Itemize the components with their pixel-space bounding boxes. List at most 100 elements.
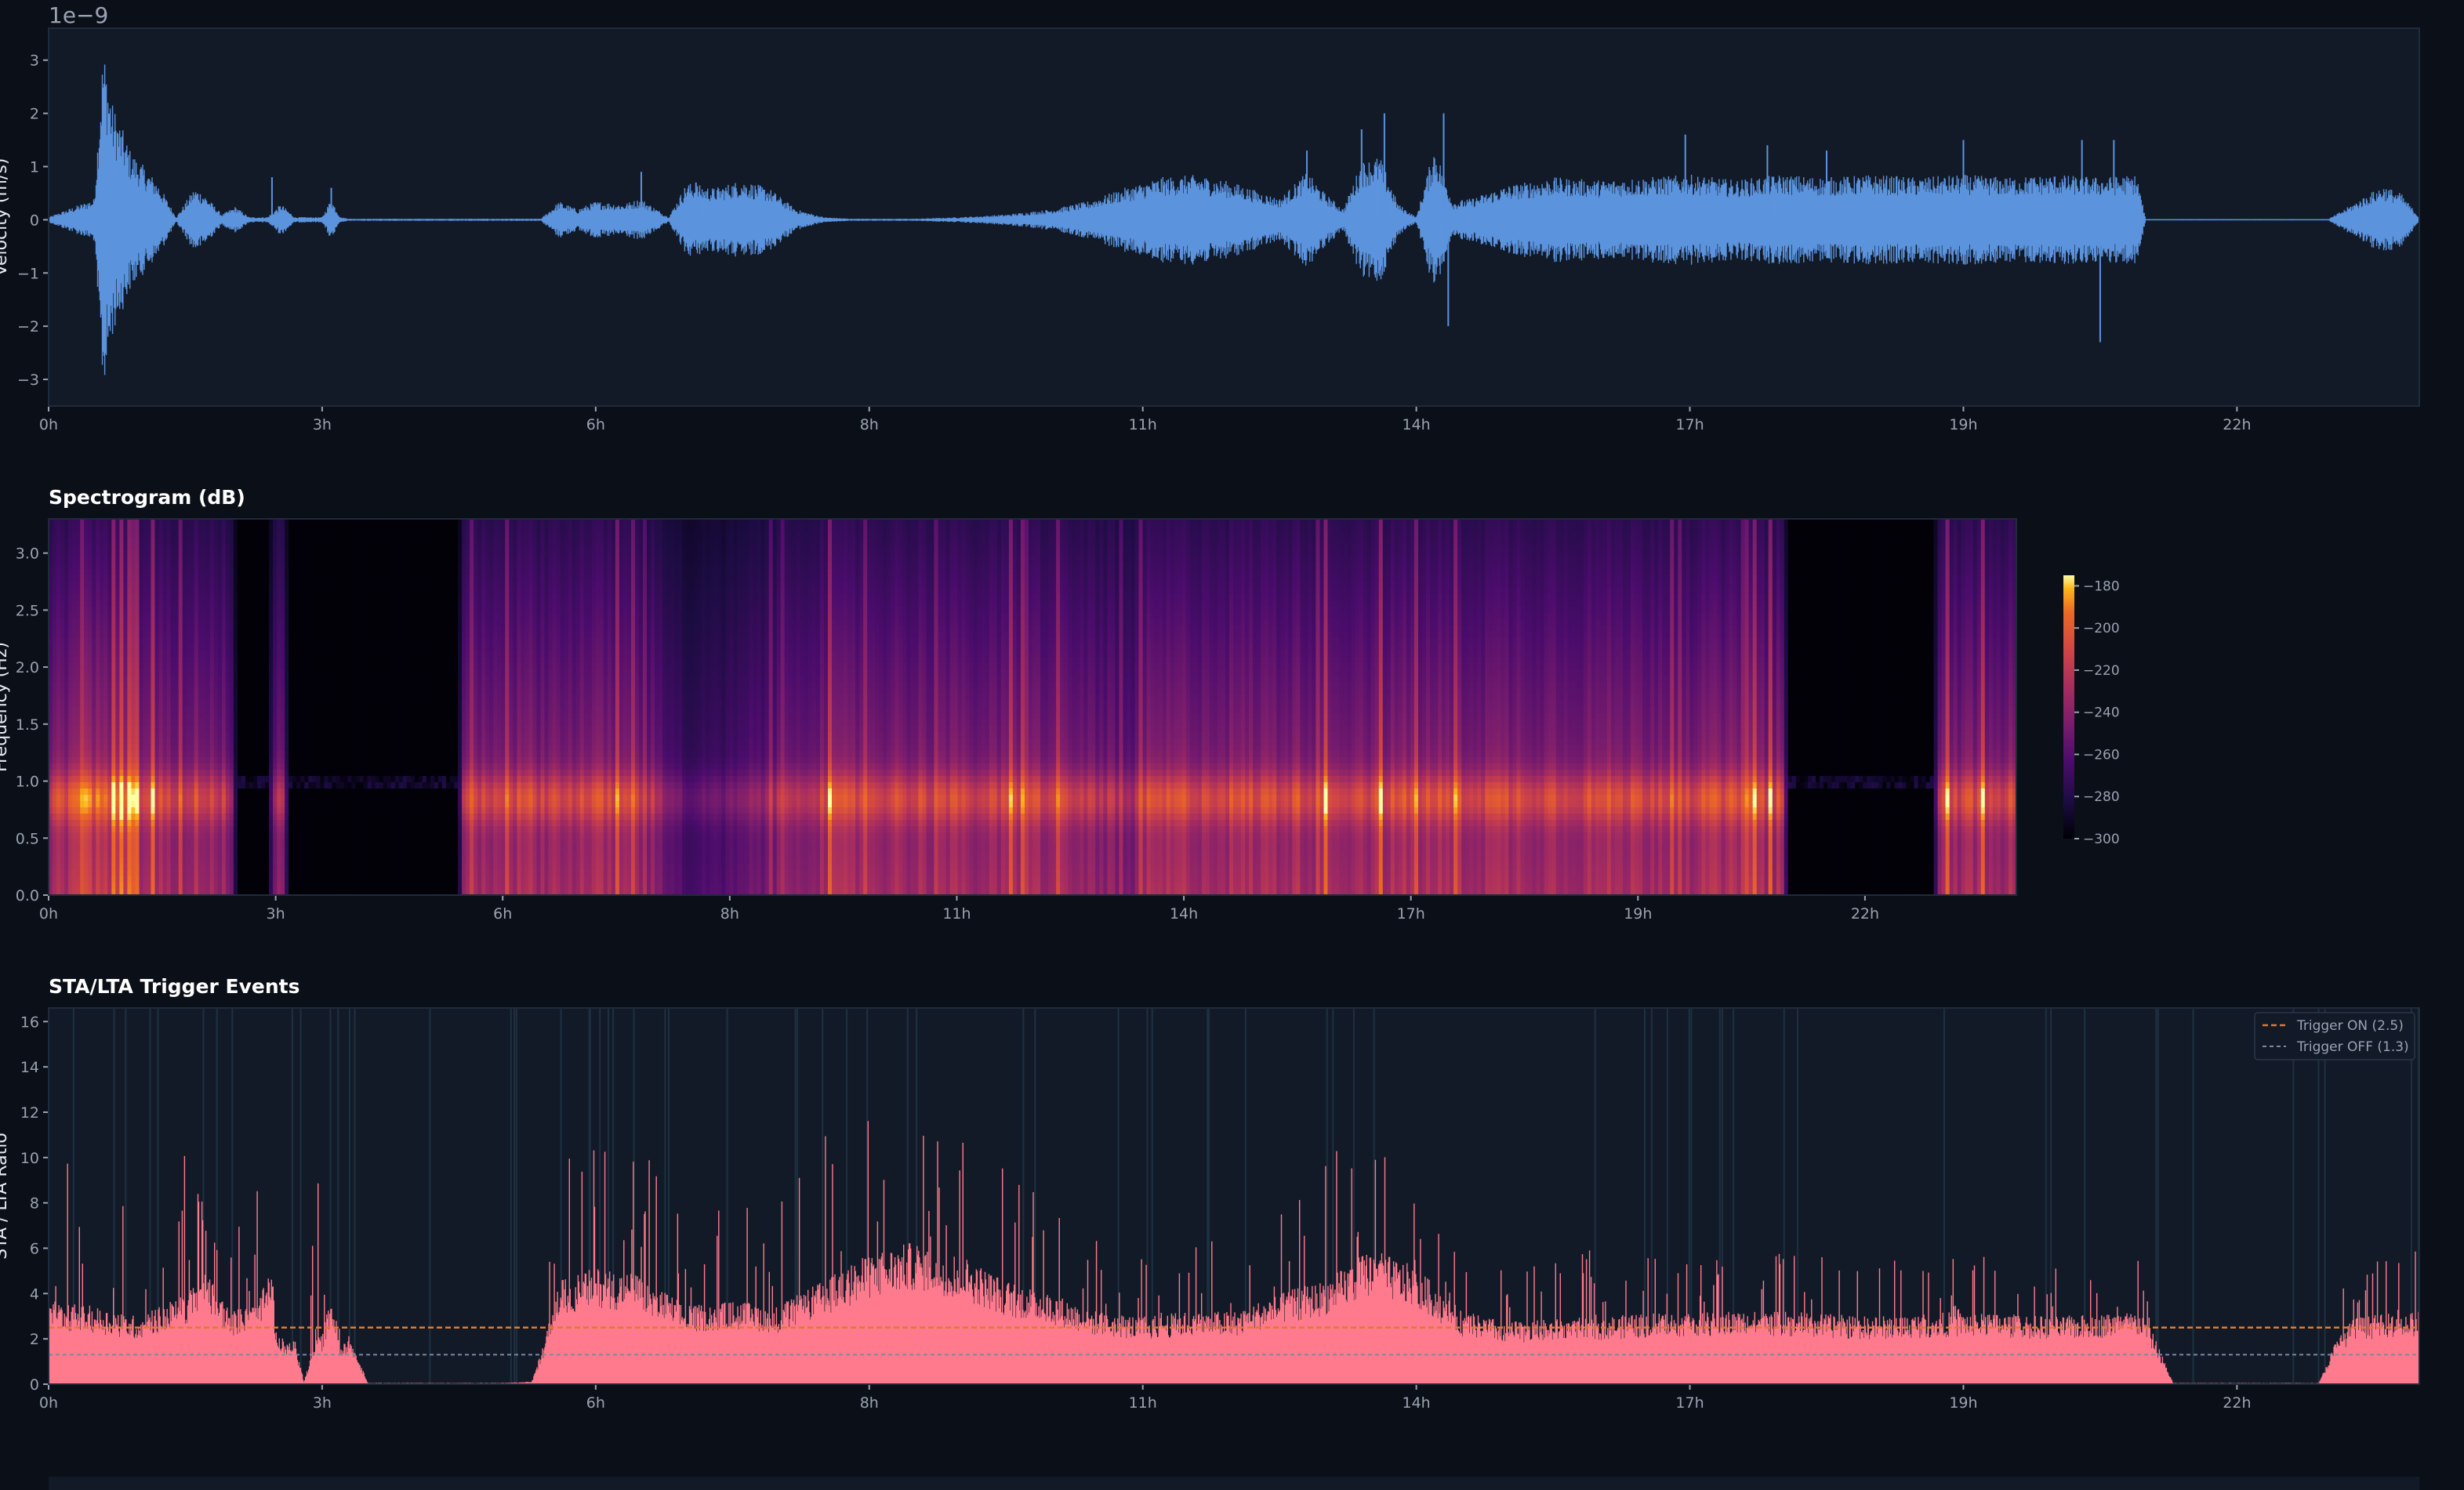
- spectrogram-cell: [53, 839, 57, 846]
- spectrogram-cell: [123, 745, 128, 752]
- spectrogram-cell: [88, 682, 93, 689]
- spectrogram-cell: [53, 544, 57, 551]
- spectrogram-cell: [68, 732, 73, 739]
- spectrogram-cell: [56, 682, 61, 689]
- spectrogram-cell: [60, 751, 65, 758]
- spectrogram-cell: [80, 745, 85, 752]
- y-tick-label: −3: [17, 372, 39, 389]
- spectrogram-cell: [76, 694, 81, 701]
- spectrogram-cell: [100, 864, 104, 871]
- spectrogram-cell: [96, 632, 100, 639]
- spectrogram-cell: [111, 582, 116, 589]
- spectrogram-cell: [88, 883, 93, 890]
- spectrogram-cell: [68, 663, 73, 670]
- spectrogram-cell: [76, 757, 81, 764]
- spectrogram-cell: [92, 594, 96, 601]
- spectrogram-cell: [103, 569, 108, 576]
- spectrogram-cell: [56, 776, 61, 783]
- spectrogram-cell: [119, 688, 124, 695]
- spectrogram-cell: [143, 538, 148, 545]
- x-tick-label: 3h: [313, 416, 332, 433]
- spectrogram-cell: [80, 682, 85, 689]
- spectrogram-cell: [80, 625, 85, 633]
- spectrogram-cell: [103, 751, 108, 758]
- spectrogram-cell: [80, 669, 85, 676]
- spectrogram-cell: [84, 745, 89, 752]
- spectrogram-cell: [127, 644, 132, 651]
- spectrogram-cell: [72, 801, 77, 808]
- spectrogram-cell: [56, 726, 61, 733]
- spectrogram-cell: [103, 770, 108, 777]
- spectrogram-cell: [115, 776, 120, 783]
- spectrogram-cell: [100, 607, 104, 614]
- spectrogram-cell: [84, 594, 89, 601]
- spectrogram-cell: [84, 657, 89, 664]
- spectrogram-cell: [123, 544, 128, 551]
- spectrogram-cell: [100, 782, 104, 789]
- spectrogram-cell: [68, 682, 73, 689]
- spectrogram-cell: [72, 845, 77, 852]
- spectrogram-cell: [131, 870, 136, 877]
- spectrogram-cell: [107, 607, 112, 614]
- spectrogram-cell: [96, 625, 100, 633]
- spectrogram-cell: [111, 569, 116, 576]
- spectrogram-cell: [107, 732, 112, 739]
- spectrogram-cell: [127, 870, 132, 877]
- spectrogram-cell: [147, 556, 152, 564]
- spectrogram-cell: [127, 682, 132, 689]
- spectrogram-cell: [135, 832, 140, 839]
- spectrogram-cell: [100, 531, 104, 538]
- spectrogram-cell: [111, 732, 116, 739]
- spectrogram-cell: [56, 782, 61, 789]
- spectrogram-cell: [88, 531, 93, 538]
- spectrogram-cell: [100, 732, 104, 739]
- spectrogram-cell: [135, 857, 140, 865]
- spectrogram-cell: [147, 607, 152, 614]
- spectrogram-cell: [96, 845, 100, 852]
- spectrogram-cell: [100, 682, 104, 689]
- spectrogram-cell: [92, 619, 96, 626]
- spectrogram-cell: [119, 883, 124, 890]
- spectrogram-cell: [103, 651, 108, 658]
- spectrogram-cell: [127, 538, 132, 545]
- spectrogram-cell: [131, 644, 136, 651]
- spectrogram-cell: [100, 857, 104, 865]
- spectrogram-cell: [140, 751, 144, 758]
- spectrogram-cell: [68, 588, 73, 595]
- spectrogram-cell: [60, 782, 65, 789]
- spectrogram-cell: [56, 613, 61, 620]
- spectrogram-cell: [140, 531, 144, 538]
- spectrogram-cell: [140, 763, 144, 770]
- spectrogram-cell: [84, 845, 89, 852]
- spectrogram-cell: [111, 632, 116, 639]
- spectrogram-cell: [92, 544, 96, 551]
- spectrogram-cell: [80, 563, 85, 570]
- spectrogram-cell: [135, 814, 140, 821]
- spectrogram-cell: [100, 726, 104, 733]
- spectrogram-cell: [119, 550, 124, 557]
- spectrogram-cell: [60, 544, 65, 551]
- spectrogram-cell: [131, 519, 136, 526]
- spectrogram-cell: [103, 851, 108, 858]
- spectrogram-cell: [147, 600, 152, 607]
- spectrogram-cell: [56, 713, 61, 720]
- spectrogram-cell: [143, 851, 148, 858]
- spectrogram-cell: [135, 801, 140, 808]
- spectrogram-cell: [76, 538, 81, 545]
- spectrogram-cell: [68, 839, 73, 846]
- spectrogram-cell: [115, 707, 120, 714]
- spectrogram-cell: [96, 789, 100, 796]
- spectrogram-cell: [100, 826, 104, 833]
- spectrogram-cell: [127, 632, 132, 639]
- spectrogram-cell: [135, 776, 140, 783]
- spectrogram-cell: [72, 657, 77, 664]
- spectrogram-cell: [143, 857, 148, 865]
- spectrogram-cell: [143, 782, 148, 789]
- spectrogram-cell: [107, 651, 112, 658]
- x-tick-label: 19h: [1949, 416, 1977, 433]
- spectrogram-cell: [107, 688, 112, 695]
- spectrogram-cell: [96, 720, 100, 727]
- spectrogram-cell: [127, 876, 132, 883]
- spectrogram-cell: [115, 563, 120, 570]
- spectrogram-cell: [119, 594, 124, 601]
